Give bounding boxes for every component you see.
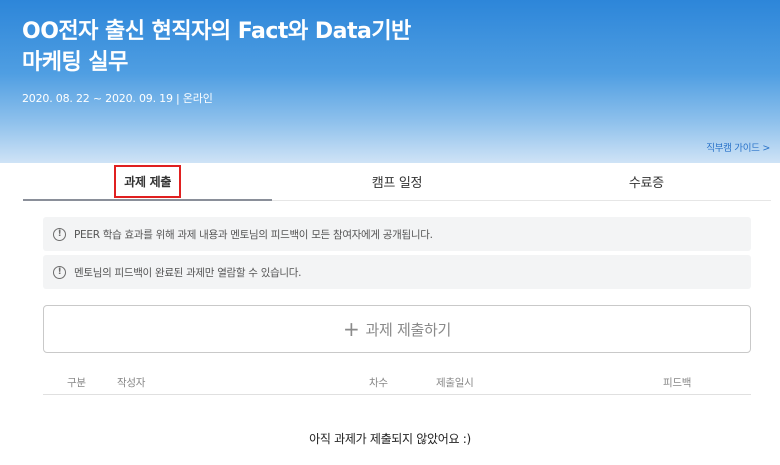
tab-assignment-submit[interactable]: 과제 제출	[23, 163, 273, 201]
column-header-author: 작성자	[117, 377, 146, 389]
plus-icon: +	[343, 317, 360, 341]
course-title-line1: OO전자 출신 현직자의 Fact와 Data기반	[22, 19, 411, 44]
tab-camp-schedule[interactable]: 캠프 일정	[272, 163, 521, 200]
course-title-line2: 마케팅 실무	[22, 50, 128, 75]
notice-view-after-feedback-text: 멘토님의 피드백이 완료된 과제만 열람할 수 있습니다.	[74, 266, 302, 279]
course-hero-banner: OO전자 출신 현직자의 Fact와 Data기반 마케팅 실무 2020. 0…	[0, 0, 780, 163]
tab-assignment-submit-label: 과제 제출	[114, 164, 182, 198]
column-header-type: 구분	[67, 377, 86, 389]
info-icon: !	[53, 265, 66, 279]
info-icon: !	[53, 227, 66, 241]
notice-public-feedback: ! PEER 학습 효과를 위해 과제 내용과 멘토님의 피드백이 모든 참여자…	[43, 217, 751, 251]
submit-assignment-label: 과제 제출하기	[365, 320, 452, 339]
column-header-submitted-at: 제출일시	[436, 377, 474, 389]
submit-assignment-button[interactable]: + 과제 제출하기	[43, 305, 751, 353]
course-period: 2020. 08. 22 ~ 2020. 09. 19 | 온라인	[22, 92, 213, 105]
tab-certificate-label: 수료증	[628, 176, 664, 191]
tab-bar: 과제 제출 캠프 일정 수료증	[23, 163, 771, 201]
notice-view-after-feedback: ! 멘토님의 피드백이 완료된 과제만 열람할 수 있습니다.	[43, 255, 751, 289]
assignment-table-header: 구분 작성자 차수 제출일시 피드백	[43, 370, 751, 395]
camp-guide-link[interactable]: 직부캠 가이드 >	[706, 140, 770, 154]
tab-certificate[interactable]: 수료증	[522, 163, 771, 200]
column-header-round: 차수	[369, 377, 388, 389]
notice-public-feedback-text: PEER 학습 효과를 위해 과제 내용과 멘토님의 피드백이 모든 참여자에게…	[74, 228, 433, 241]
column-header-feedback: 피드백	[663, 377, 692, 389]
course-title: OO전자 출신 현직자의 Fact와 Data기반 마케팅 실무	[22, 16, 582, 78]
tab-camp-schedule-label: 캠프 일정	[371, 176, 423, 191]
empty-state-message: 아직 과제가 제출되지 않았어요 :)	[309, 432, 471, 446]
